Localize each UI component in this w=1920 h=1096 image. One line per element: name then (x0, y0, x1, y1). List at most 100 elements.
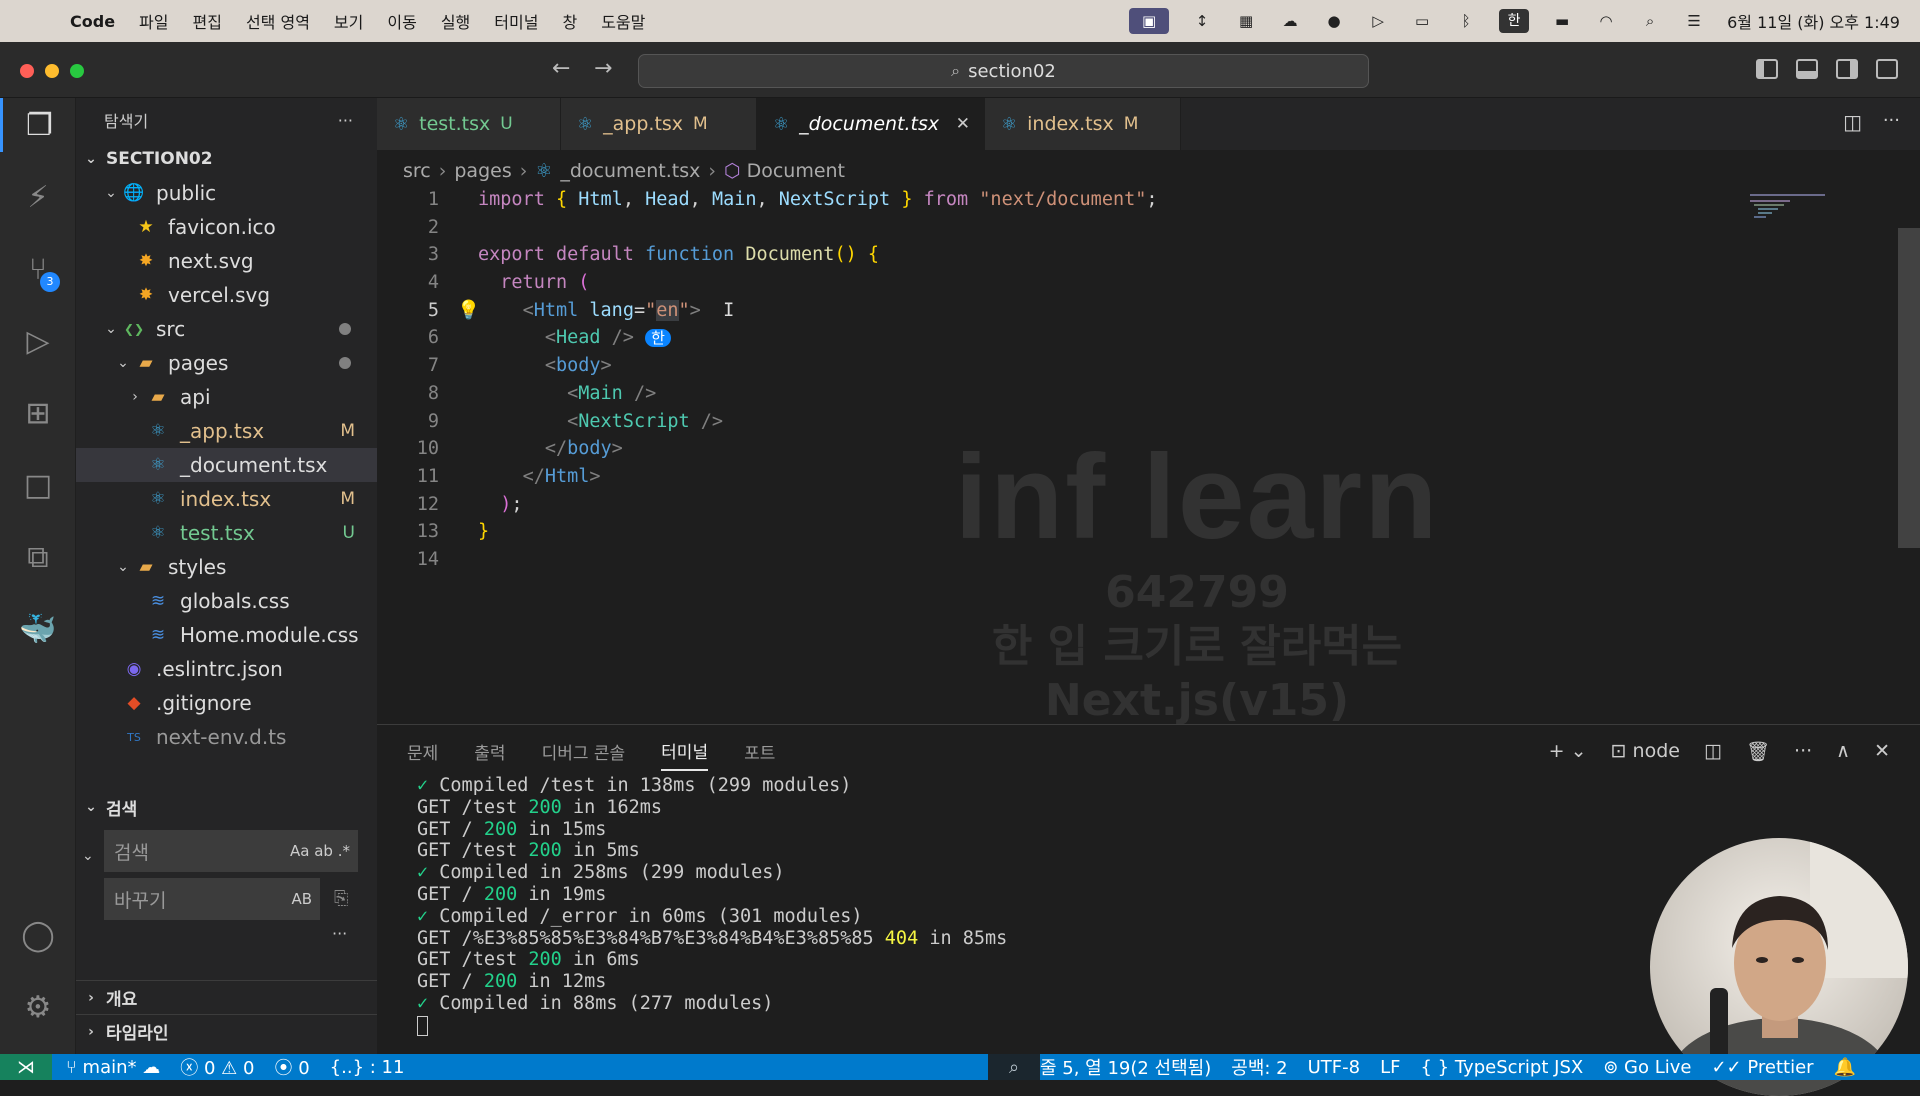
tab-problems[interactable]: 문제 (407, 731, 438, 771)
replace-all-icon[interactable]: ⎘ (334, 888, 348, 909)
toggle-panel-icon[interactable] (1796, 59, 1818, 79)
window-layout-icon[interactable]: ▦ (1235, 12, 1257, 30)
new-terminal-plus-icon[interactable]: + ⌄ (1549, 740, 1587, 762)
code-editor[interactable]: 1 import { Html, Head, Main, NextScript }… (377, 186, 1877, 574)
close-tab-icon[interactable]: ✕ (956, 114, 970, 134)
panel-more-icon[interactable]: ··· (1794, 740, 1812, 762)
control-center-icon[interactable]: ☰ (1683, 12, 1705, 30)
menu-terminal[interactable]: 터미널 (494, 9, 538, 33)
notifications-bell-icon[interactable]: 🔔 (1834, 1057, 1856, 1078)
file-tree-item[interactable]: ⌄ ❮❯ src (76, 312, 377, 346)
file-tree-item[interactable]: ⌄ ▰ pages (76, 346, 377, 380)
prettier-indicator[interactable]: ✓✓ Prettier (1711, 1057, 1813, 1078)
play-icon[interactable]: ▷ (1367, 12, 1389, 30)
editor-tab[interactable]: ⚛ test.tsx U (377, 98, 561, 150)
run-debug-icon[interactable]: ▷ (0, 314, 76, 368)
menu-help[interactable]: 도움말 (601, 9, 645, 33)
editor-scrollbar[interactable] (1898, 228, 1920, 548)
toggle-primary-sidebar-icon[interactable] (1756, 59, 1778, 79)
terminal-prompt[interactable] (417, 1015, 1007, 1037)
menu-selection[interactable]: 선택 영역 (246, 9, 310, 33)
file-tree-item[interactable]: ✸ next.svg (76, 244, 377, 278)
breadcrumb-pages[interactable]: pages (454, 160, 511, 182)
ports-indicator[interactable]: ⦿ 0 (274, 1054, 309, 1080)
explorer-icon[interactable]: ❐ (0, 98, 76, 152)
go-live-button[interactable]: ⊚ Go Live (1603, 1057, 1691, 1078)
terminal-output[interactable]: ✓ Compiled /test in 138ms (299 modules) G… (417, 775, 1007, 1037)
back-arrow-icon[interactable]: ← (552, 56, 570, 81)
account-icon[interactable]: ◯ (0, 908, 76, 962)
breadcrumb-symbol[interactable]: Document (747, 160, 845, 182)
file-tree-item[interactable]: TS next-env.d.ts (76, 720, 377, 754)
terminal-shell-selector[interactable]: ⊡ node (1611, 740, 1680, 762)
display-icon[interactable]: ▭ (1411, 12, 1433, 30)
indentation[interactable]: 공백: 2 (1231, 1054, 1287, 1080)
command-center[interactable]: ⌕ section02 (638, 54, 1369, 88)
screen-share-icon[interactable]: ▣ (1129, 8, 1170, 34)
close-window-button[interactable] (20, 64, 34, 78)
file-tree-item[interactable]: ✸ vercel.svg (76, 278, 377, 312)
trash-icon[interactable]: 🗑 (1746, 740, 1770, 763)
zoom-window-button[interactable] (70, 64, 84, 78)
close-panel-icon[interactable]: ✕ (1874, 740, 1890, 762)
file-tree-item[interactable]: ⚛ test.tsx U (76, 516, 377, 550)
preserve-case-option[interactable]: AB (291, 890, 312, 908)
spotlight-search-icon[interactable]: ⌕ (1639, 12, 1661, 30)
lightning-icon[interactable]: ⚡ (0, 170, 76, 224)
zoom-search-icon[interactable]: ⌕ (988, 1054, 1040, 1080)
menubar-clock[interactable]: 6월 11일 (화) 오후 1:49 (1727, 9, 1900, 33)
file-tree-item[interactable]: ◆ .gitignore (76, 686, 377, 720)
tab-terminal[interactable]: 터미널 (661, 731, 709, 771)
editor-tab[interactable]: ⚛ _app.tsx M (561, 98, 757, 150)
menu-go[interactable]: 이동 (387, 9, 416, 33)
extensions-icon[interactable]: ⊞ (0, 386, 76, 440)
forward-arrow-icon[interactable]: → (594, 56, 612, 81)
shapes-icon[interactable]: ⧉ (0, 530, 76, 584)
editor-tab[interactable]: ⚛ _document.tsx ✕ (757, 98, 985, 150)
bluetooth-icon[interactable]: ᛒ (1455, 12, 1477, 30)
source-control-icon[interactable]: ⑂ 3 (0, 242, 76, 296)
search-details-toggle[interactable]: ··· (332, 924, 347, 943)
replace-input[interactable]: 바꾸기 AB (104, 878, 320, 920)
tab-ports[interactable]: 포트 (744, 731, 775, 771)
workspace-root[interactable]: ⌄ SECTION02 (76, 142, 377, 176)
git-branch[interactable]: ⑂ main* ☁ (66, 1057, 160, 1078)
updown-arrow-icon[interactable]: ↕ (1191, 12, 1213, 30)
menu-edit[interactable]: 편집 (193, 9, 222, 33)
split-editor-icon[interactable]: ◫ (1843, 110, 1862, 134)
language-mode[interactable]: { } TypeScript JSX (1421, 1057, 1584, 1078)
toggle-replace-chevron-icon[interactable]: ⌄ (82, 848, 94, 864)
file-tree-item[interactable]: ⌄ ▰ styles (76, 550, 377, 584)
file-tree-item[interactable]: ⚛ _app.tsx M (76, 414, 377, 448)
menu-app-code[interactable]: Code (70, 12, 115, 31)
file-tree-item[interactable]: ≋ globals.css (76, 584, 377, 618)
cursor-position[interactable]: 줄 5, 열 19(2 선택됨) (1040, 1054, 1211, 1080)
minimize-window-button[interactable] (45, 64, 59, 78)
customize-layout-icon[interactable] (1876, 59, 1898, 79)
file-tree-item[interactable]: ◉ .eslintrc.json (76, 652, 377, 686)
maximize-panel-icon[interactable]: ∧ (1836, 740, 1850, 762)
tab-debug-console[interactable]: 디버그 콘솔 (542, 731, 626, 771)
record-icon[interactable]: ● (1323, 12, 1345, 30)
timeline-section[interactable]: › 타임라인 (76, 1014, 377, 1048)
file-tree-item[interactable]: ⚛ _document.tsx (76, 448, 377, 482)
menu-run[interactable]: 실행 (441, 9, 470, 33)
cloud-icon[interactable]: ☁ (1279, 12, 1301, 30)
minimap[interactable] (1750, 192, 1830, 232)
end-of-line[interactable]: LF (1380, 1057, 1400, 1078)
search-input[interactable]: 검색 Aa ab .* (104, 830, 358, 872)
settings-gear-icon[interactable]: ⚙ (0, 980, 76, 1034)
wifi-icon[interactable]: ◠ (1595, 12, 1617, 30)
toggle-secondary-sidebar-icon[interactable] (1836, 59, 1858, 79)
file-tree-item[interactable]: ⚛ index.tsx M (76, 482, 377, 516)
docker-icon[interactable]: 🐳 (0, 602, 76, 656)
menu-file[interactable]: 파일 (139, 9, 168, 33)
search-options[interactable]: Aa ab .* (290, 842, 350, 860)
outline-section[interactable]: › 개요 (76, 980, 377, 1014)
file-tree-item[interactable]: ≋ Home.module.css (76, 618, 377, 652)
search-section-header[interactable]: ⌄ 검색 (76, 790, 377, 824)
battery-icon[interactable]: ▬ (1551, 12, 1573, 30)
remote-explorer-icon[interactable]: □ (0, 458, 76, 512)
editor-more-icon[interactable]: ··· (1883, 110, 1900, 131)
bracket-pairs-indicator[interactable]: {..} : 11 (330, 1057, 405, 1078)
